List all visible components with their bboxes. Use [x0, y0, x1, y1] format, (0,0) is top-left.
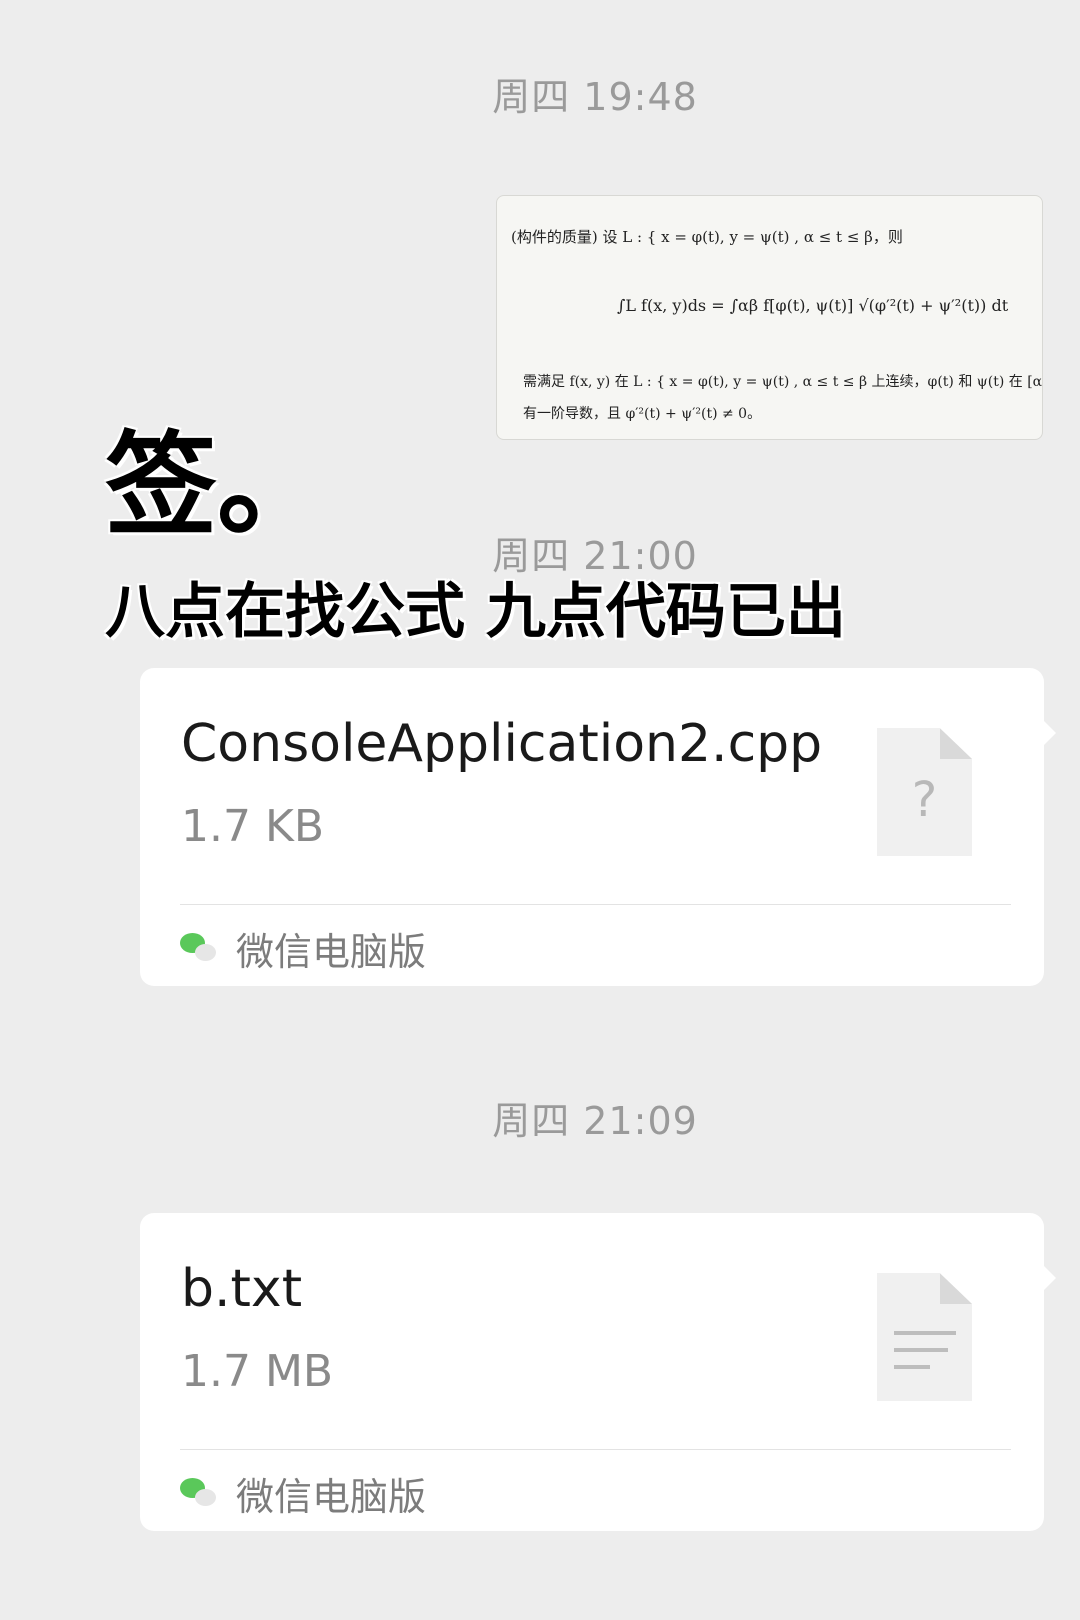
- formula-line: 有一阶导数，且 φ′²(t) + ψ′²(t) ≠ 0。: [523, 406, 762, 422]
- wechat-icon: [180, 931, 218, 965]
- file-name: ConsoleApplication2.cpp: [181, 714, 823, 774]
- file-size: 1.7 MB: [181, 1346, 334, 1397]
- question-mark-glyph: ?: [911, 772, 938, 828]
- wechat-icon: [180, 1476, 218, 1510]
- formula-image-message[interactable]: (构件的质量) 设 L : { x = φ(t), y = ψ(t) , α ≤…: [496, 195, 1043, 440]
- file-message-card[interactable]: b.txt 1.7 MB 微信电脑版: [140, 1213, 1056, 1531]
- timestamp: 周四 21:09: [492, 1099, 698, 1143]
- timestamp: 周四 19:48: [492, 75, 698, 119]
- overlay-caption-large: 签。: [105, 420, 329, 551]
- file-size: 1.7 KB: [181, 801, 324, 852]
- overlay-caption: 八点在找公式 九点代码已出: [105, 577, 846, 647]
- source-label: 微信电脑版: [236, 929, 427, 974]
- formula-line: (构件的质量) 设 L : { x = φ(t), y = ψ(t) , α ≤…: [511, 228, 903, 246]
- bubble-tail: [1043, 1265, 1056, 1291]
- formula-line: 需满足 f(x, y) 在 L : { x = φ(t), y = ψ(t) ,…: [523, 374, 1043, 390]
- file-source: 微信电脑版: [180, 1468, 427, 1519]
- page-fold: [940, 728, 972, 759]
- file-name: b.txt: [181, 1259, 303, 1319]
- text-lines-glyph: [894, 1331, 956, 1382]
- divider: [180, 1449, 1011, 1450]
- source-label: 微信电脑版: [236, 1474, 427, 1519]
- formula-line: ∫L f(x, y)ds = ∫αβ f[φ(t), ψ(t)] √(φ′²(t…: [617, 296, 1009, 315]
- page-fold: [940, 1273, 972, 1304]
- unknown-file-icon: ?: [877, 728, 972, 856]
- file-message-card[interactable]: ConsoleApplication2.cpp 1.7 KB ? 微信电脑版: [140, 668, 1056, 986]
- text-file-icon: [877, 1273, 972, 1401]
- bubble-tail: [1043, 720, 1056, 746]
- divider: [180, 904, 1011, 905]
- file-source: 微信电脑版: [180, 923, 427, 974]
